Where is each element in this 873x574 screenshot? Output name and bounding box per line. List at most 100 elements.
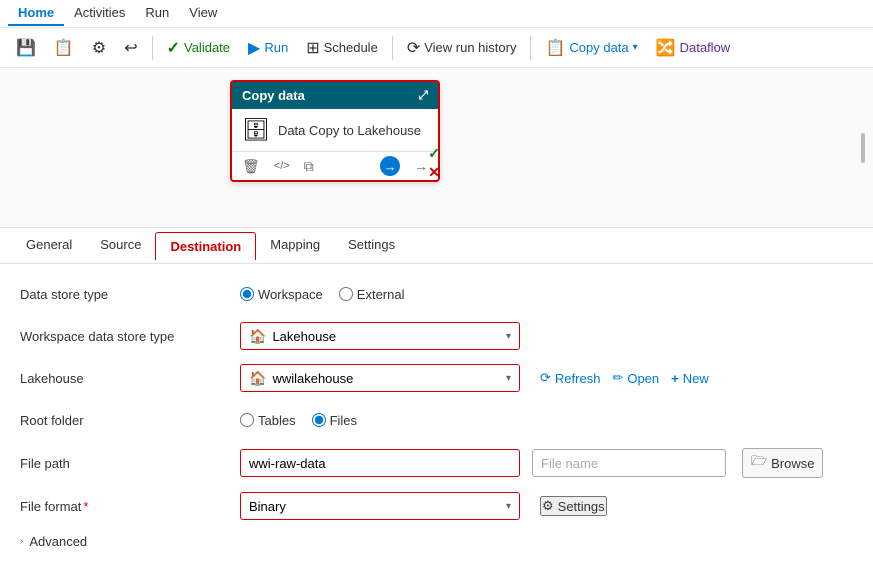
save-icon: 💾 [16, 38, 36, 58]
tab-general[interactable]: General [12, 231, 86, 260]
external-radio-label[interactable]: External [339, 287, 405, 302]
card-db-icon: 🗄 [242, 117, 270, 143]
workspace-data-store-type-label: Workspace data store type [20, 329, 240, 344]
menu-item-activities[interactable]: Activities [64, 1, 135, 26]
card-expand-icon[interactable]: ⤢ [418, 88, 428, 103]
dataflow-icon: 🔀 [656, 38, 676, 58]
schedule-icon: ⊞ [306, 38, 319, 58]
external-radio[interactable] [339, 287, 353, 301]
separator-2 [392, 36, 393, 60]
view-run-history-button[interactable]: ⟳ View run history [399, 34, 525, 62]
copy-data-button[interactable]: 📋 Copy data ▾ [537, 34, 645, 62]
open-icon: ✏ [612, 370, 623, 386]
root-folder-row: Root folder Tables Files [20, 406, 853, 434]
refresh-label: Refresh [555, 371, 601, 386]
file-name-input[interactable] [532, 449, 726, 477]
new-button[interactable]: + New [671, 371, 709, 386]
root-folder-label: Root folder [20, 413, 240, 428]
tab-source[interactable]: Source [86, 231, 155, 260]
workspace-radio[interactable] [240, 287, 254, 301]
workspace-data-store-type-select[interactable]: 🏠 Lakehouse ▾ [240, 322, 520, 350]
advanced-row[interactable]: › Advanced [20, 534, 853, 549]
settings-link-button[interactable]: ⚙ Settings [540, 496, 607, 516]
schedule-button[interactable]: ⊞ Schedule [298, 34, 386, 62]
root-folder-control: Tables Files [240, 413, 853, 428]
file-format-row: File format* Binary ▾ ⚙ Settings [20, 492, 853, 520]
workspace-data-store-type-row: Workspace data store type 🏠 Lakehouse ▾ [20, 322, 853, 350]
schedule-label: Schedule [324, 40, 378, 55]
card-header: Copy data ⤢ [232, 82, 438, 109]
tab-bar: General Source Destination Mapping Setti… [0, 228, 873, 264]
card-body: 🗄 Data Copy to Lakehouse [232, 109, 438, 151]
card-copy-icon[interactable]: ⧉ [304, 158, 314, 175]
tab-destination[interactable]: Destination [155, 232, 256, 260]
form-area: Data store type Workspace External Works… [0, 264, 873, 574]
lakehouse-label: Lakehouse [20, 371, 240, 386]
refresh-button[interactable]: ⟳ Refresh [540, 370, 600, 386]
menu-item-home[interactable]: Home [8, 1, 64, 26]
tables-radio-label[interactable]: Tables [240, 413, 296, 428]
lakehouse-select-arrow: ▾ [506, 373, 511, 384]
tables-radio[interactable] [240, 413, 254, 427]
file-format-value: Binary [249, 499, 286, 514]
root-folder-radios: Tables Files [240, 413, 357, 428]
lakehouse-value: wwilakehouse [272, 371, 353, 386]
advanced-label: Advanced [29, 534, 87, 549]
file-format-control: Binary ▾ ⚙ Settings [240, 492, 853, 520]
file-format-settings: ⚙ Settings [540, 496, 607, 516]
view-run-history-label: View run history [424, 40, 516, 55]
tab-mapping[interactable]: Mapping [256, 231, 334, 260]
lakehouse-select[interactable]: 🏠 wwilakehouse ▾ [240, 364, 520, 392]
dataflow-label: Dataflow [680, 40, 731, 55]
card-code-icon: </> [274, 160, 290, 172]
copy-data-dropdown-icon: ▾ [633, 42, 638, 53]
lakehouse-action-btns: ⟳ Refresh ✏ Open + New [540, 370, 709, 386]
tab-settings[interactable]: Settings [334, 231, 409, 260]
validate-label: Validate [184, 40, 230, 55]
toolbar: 💾 📋 ⚙ ↩ ✓ Validate ▶ Run ⊞ Schedule ⟳ Vi… [0, 28, 873, 68]
dataflow-button[interactable]: 🔀 Dataflow [648, 34, 739, 62]
card-arrow-button[interactable]: → [380, 156, 400, 176]
history-icon: ⟳ [407, 38, 420, 58]
data-store-type-label: Data store type [20, 287, 240, 302]
card-x-icon: ✕ [428, 164, 440, 181]
run-icon: ▶ [248, 38, 260, 58]
copy-data-card[interactable]: Copy data ⤢ 🗄 Data Copy to Lakehouse ✓ ✕… [230, 80, 440, 182]
card-status-icons: ✓ ✕ [428, 145, 440, 181]
files-radio-label[interactable]: Files [312, 413, 357, 428]
lakehouse-select-text: 🏠 wwilakehouse [249, 370, 353, 387]
file-format-select[interactable]: Binary ▾ [240, 492, 520, 520]
open-label: Open [627, 371, 659, 386]
pipeline-button[interactable]: 📋 [46, 34, 82, 62]
file-format-select-text: Binary [249, 499, 286, 514]
menu-item-view[interactable]: View [179, 1, 227, 26]
undo-button[interactable]: ↩ [116, 34, 145, 62]
settings-gear-button[interactable]: ⚙ [84, 34, 114, 62]
run-button[interactable]: ▶ Run [240, 34, 296, 62]
open-button[interactable]: ✏ Open [612, 370, 659, 386]
copy-data-icon: 📋 [545, 38, 565, 58]
undo-icon: ↩ [124, 38, 137, 58]
workspace-radio-label[interactable]: Workspace [240, 287, 323, 302]
menu-item-run[interactable]: Run [135, 1, 179, 26]
card-title: Copy data [242, 88, 305, 103]
refresh-icon: ⟳ [540, 370, 551, 386]
file-path-label: File path [20, 456, 240, 471]
browse-button[interactable]: 🗁 Browse [742, 448, 823, 478]
validate-icon: ✓ [167, 38, 180, 58]
advanced-chevron-icon: › [20, 536, 23, 547]
gear-icon: ⚙ [92, 38, 106, 58]
arrow-right-icon: → [384, 159, 397, 174]
validate-button[interactable]: ✓ Validate [159, 34, 238, 62]
files-radio[interactable] [312, 413, 326, 427]
settings-link-label: Settings [558, 499, 605, 514]
canvas-area: Copy data ⤢ 🗄 Data Copy to Lakehouse ✓ ✕… [0, 68, 873, 228]
file-path-control: 🗁 Browse [240, 448, 853, 478]
save-button[interactable]: 💾 [8, 34, 44, 62]
card-delete-icon[interactable]: 🗑 [242, 158, 260, 175]
data-store-type-radios: Workspace External [240, 287, 405, 302]
browse-icon: 🗁 [751, 452, 767, 474]
lakehouse-select-icon: 🏠 [249, 370, 266, 387]
select-box-text: 🏠 Lakehouse [249, 328, 336, 345]
file-path-input[interactable] [240, 449, 520, 477]
